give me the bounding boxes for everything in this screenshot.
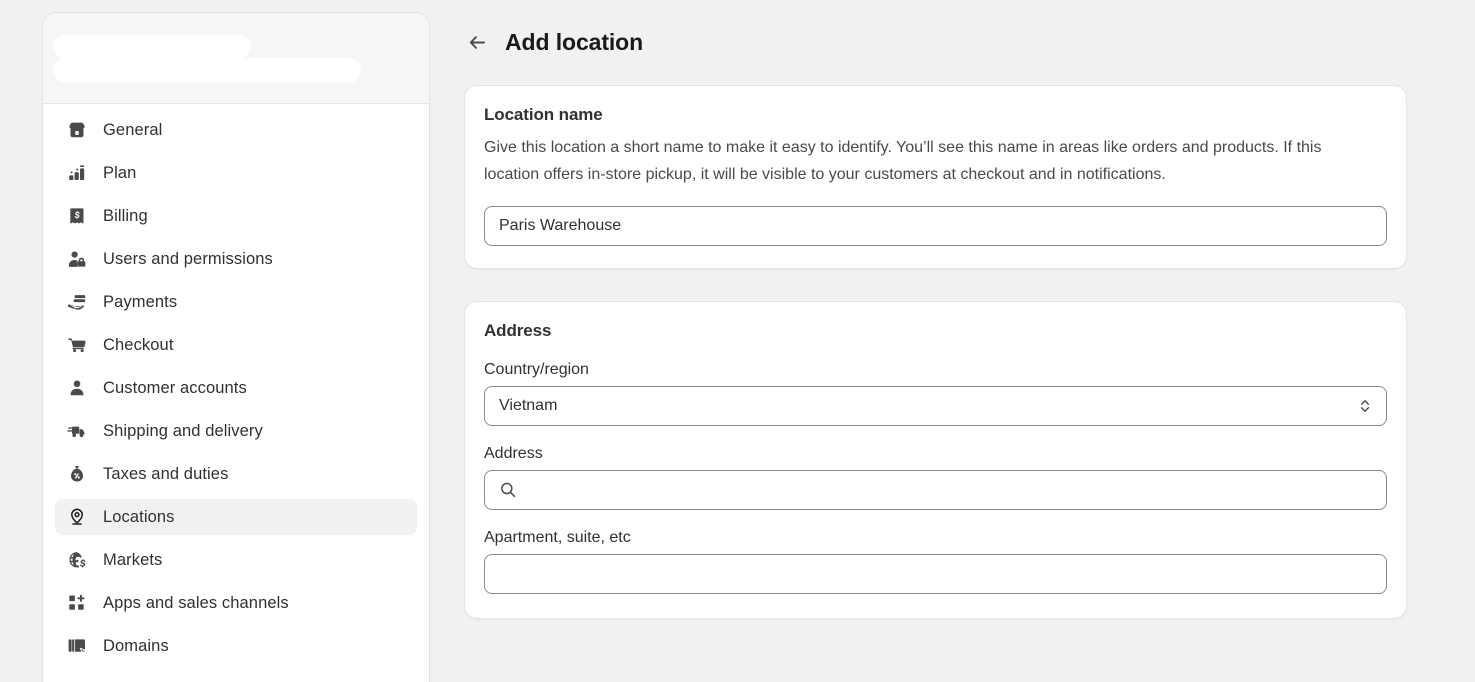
sidebar-item-label: Markets <box>103 550 163 569</box>
main-content: Add location Location name Give this loc… <box>430 0 1475 682</box>
page-title: Add location <box>505 29 644 55</box>
apartment-input[interactable] <box>484 554 1387 594</box>
sidebar-item-users-and-permissions[interactable]: Users and permissions <box>55 241 417 277</box>
search-icon <box>499 481 517 499</box>
country-region-field: Country/region Vietnam <box>484 361 1387 426</box>
shopping-cart-icon <box>67 335 87 355</box>
redacted-store-name <box>53 35 251 59</box>
sidebar-region: General Plan Billing Users and permissio… <box>0 0 430 682</box>
address-heading: Address <box>484 321 552 340</box>
sidebar-item-label: Users and permissions <box>103 249 273 268</box>
sidebar-item-shipping-and-delivery[interactable]: Shipping and delivery <box>55 413 417 449</box>
location-name-input[interactable]: Paris Warehouse <box>484 206 1387 246</box>
sidebar-item-label: Checkout <box>103 335 174 354</box>
chevron-up-down-icon <box>1357 396 1373 416</box>
sidebar-item-plan[interactable]: Plan <box>55 155 417 191</box>
apartment-field: Apartment, suite, etc <box>484 529 1387 594</box>
sidebar-item-label: Customer accounts <box>103 378 247 397</box>
address-field: Address <box>484 445 1387 510</box>
address-card: Address Country/region Vietnam Address A… <box>464 301 1407 619</box>
location-name-heading: Location name <box>484 105 603 124</box>
person-icon <box>67 378 87 398</box>
address-search-input[interactable] <box>484 470 1387 510</box>
sidebar-item-label: Plan <box>103 163 137 182</box>
settings-sidebar: General Plan Billing Users and permissio… <box>42 12 430 682</box>
location-pin-icon <box>67 507 87 527</box>
country-region-value: Vietnam <box>499 397 558 414</box>
grid-plus-icon <box>67 593 87 613</box>
windows-cursor-icon <box>67 636 87 656</box>
sidebar-item-label: General <box>103 120 163 139</box>
location-name-card: Location name Give this location a short… <box>464 85 1407 269</box>
country-region-label: Country/region <box>484 361 589 378</box>
location-name-description: Give this location a short name to make … <box>484 139 1322 183</box>
country-region-select[interactable]: Vietnam <box>484 386 1387 426</box>
storefront-icon <box>67 120 87 140</box>
sidebar-item-markets[interactable]: Markets <box>55 542 417 578</box>
sidebar-item-label: Locations <box>103 507 175 526</box>
sidebar-item-customer-accounts[interactable]: Customer accounts <box>55 370 417 406</box>
arrow-left-icon[interactable] <box>464 30 490 56</box>
sidebar-item-general[interactable]: General <box>55 112 417 148</box>
hand-card-icon <box>67 292 87 312</box>
money-bag-percent-icon <box>67 464 87 484</box>
sidebar-item-taxes-and-duties[interactable]: Taxes and duties <box>55 456 417 492</box>
sidebar-item-apps-and-sales-channels[interactable]: Apps and sales channels <box>55 585 417 621</box>
sidebar-item-locations[interactable]: Locations <box>55 499 417 535</box>
sidebar-item-billing[interactable]: Billing <box>55 198 417 234</box>
receipt-dollar-icon <box>67 206 87 226</box>
sidebar-item-label: Payments <box>103 292 178 311</box>
delivery-truck-icon <box>67 421 87 441</box>
settings-page: General Plan Billing Users and permissio… <box>0 0 1475 682</box>
sidebar-item-label: Apps and sales channels <box>103 593 289 612</box>
user-lock-icon <box>67 249 87 269</box>
sidebar-item-checkout[interactable]: Checkout <box>55 327 417 363</box>
location-name-value: Paris Warehouse <box>499 217 622 234</box>
sidebar-item-payments[interactable]: Payments <box>55 284 417 320</box>
sidebar-nav: General Plan Billing Users and permissio… <box>43 104 429 664</box>
sidebar-item-label: Billing <box>103 206 148 225</box>
sidebar-item-label: Domains <box>103 636 169 655</box>
sidebar-header <box>43 13 429 104</box>
address-label: Address <box>484 445 543 462</box>
page-header: Add location <box>430 0 1475 56</box>
sidebar-item-label: Taxes and duties <box>103 464 229 483</box>
sidebar-item-label: Shipping and delivery <box>103 421 263 440</box>
redacted-store-detail <box>53 58 361 83</box>
apartment-label: Apartment, suite, etc <box>484 529 631 546</box>
globe-dollar-icon <box>67 550 87 570</box>
sidebar-item-domains[interactable]: Domains <box>55 628 417 664</box>
bar-chart-icon <box>67 163 87 183</box>
